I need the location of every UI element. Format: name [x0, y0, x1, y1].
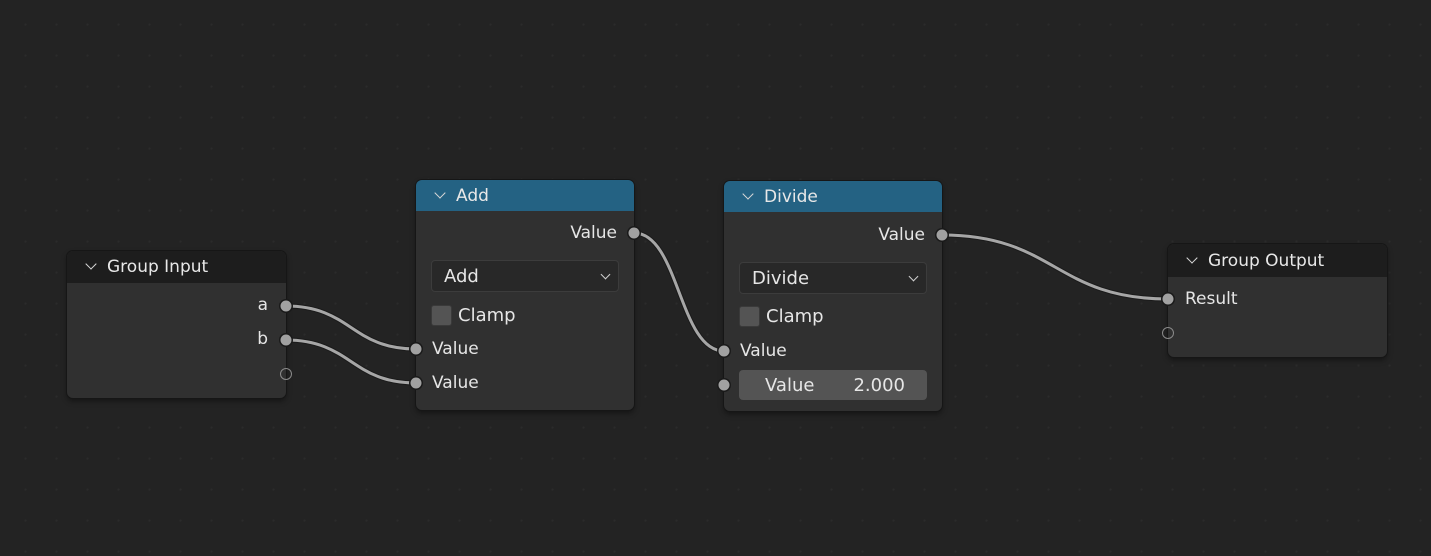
node-title: Group Output: [1208, 250, 1325, 271]
value-number-field[interactable]: Value 2.000: [739, 370, 927, 400]
node-group-output[interactable]: Group Output Result: [1162, 244, 1387, 357]
node-title: Divide: [764, 186, 818, 207]
socket-input-value-2[interactable]: [718, 379, 730, 391]
node-add[interactable]: Add Value Add Clamp Value Value: [410, 180, 640, 410]
operation-dropdown[interactable]: Divide: [739, 262, 927, 294]
node-link[interactable]: [285, 304, 417, 351]
socket-input-result[interactable]: [1162, 293, 1174, 305]
node-title: Group Input: [107, 257, 209, 277]
input-label-1: Value: [432, 339, 479, 359]
link-shadow: [285, 303, 417, 352]
clamp-label: Clamp: [458, 305, 516, 326]
clamp-label: Clamp: [766, 306, 824, 327]
number-field-value: 2.000: [853, 374, 905, 396]
socket-output-a[interactable]: [280, 300, 292, 312]
link-shadow: [633, 230, 725, 354]
input-label-2: Value: [432, 373, 479, 393]
operation-dropdown[interactable]: Add: [431, 260, 619, 292]
clamp-checkbox[interactable]: [431, 305, 452, 326]
node-title: Add: [456, 185, 489, 206]
chevron-down-icon[interactable]: [84, 260, 98, 274]
number-field-label: Value: [765, 374, 815, 396]
node-header[interactable]: Add: [416, 180, 634, 211]
output-label-a: a: [257, 295, 268, 315]
socket-output-empty[interactable]: [280, 368, 292, 380]
node-divide[interactable]: Divide Value Divide Clamp Value Value 2.…: [718, 181, 948, 411]
input-label-1: Value: [740, 341, 787, 361]
output-label-b: b: [257, 329, 268, 349]
node-link[interactable]: [941, 233, 1169, 301]
socket-input-empty[interactable]: [1162, 327, 1174, 339]
input-label-result: Result: [1185, 289, 1238, 309]
chevron-down-icon[interactable]: [433, 189, 447, 203]
chevron-down-icon[interactable]: [741, 190, 755, 204]
operation-value: Divide: [752, 267, 810, 289]
node-link[interactable]: [285, 338, 417, 385]
socket-output-value[interactable]: [628, 227, 640, 239]
node-header[interactable]: Divide: [724, 181, 942, 212]
node-link[interactable]: [633, 231, 725, 353]
chevron-down-icon[interactable]: [1185, 254, 1199, 268]
node-header[interactable]: Group Input: [67, 251, 286, 283]
socket-input-value-2[interactable]: [410, 377, 422, 389]
clamp-checkbox[interactable]: [739, 306, 760, 327]
socket-input-value-1[interactable]: [410, 343, 422, 355]
output-label: Value: [570, 223, 617, 243]
link-shadow: [285, 337, 417, 386]
chevron-down-icon: [600, 269, 611, 280]
chevron-down-icon: [908, 271, 919, 282]
node-header[interactable]: Group Output: [1168, 244, 1387, 277]
link-shadow: [941, 232, 1169, 302]
socket-input-value-1[interactable]: [718, 345, 730, 357]
node-group-input[interactable]: Group Input a b: [67, 251, 292, 398]
socket-output-value[interactable]: [936, 229, 948, 241]
operation-value: Add: [444, 265, 479, 287]
output-label: Value: [878, 225, 925, 245]
socket-output-b[interactable]: [280, 334, 292, 346]
